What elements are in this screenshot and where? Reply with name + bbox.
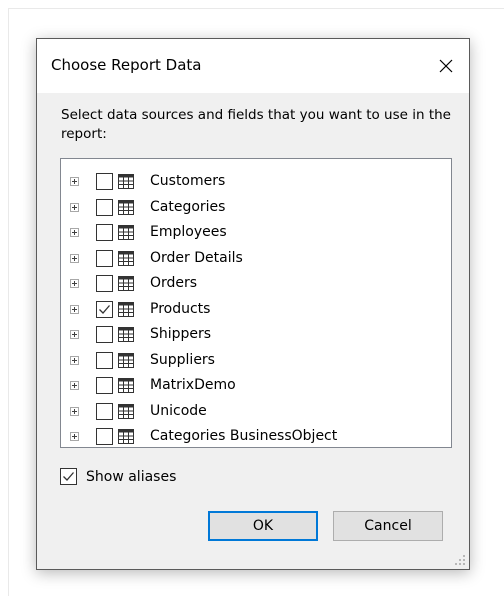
- tree-item[interactable]: Order Details: [61, 247, 449, 272]
- instructions-text: Select data sources and fields that you …: [61, 107, 451, 142]
- tree-item-label: Products: [150, 300, 211, 317]
- table-icon: [118, 378, 134, 393]
- tree-item[interactable]: Customers: [61, 170, 449, 195]
- tree-item-label: Order Details: [150, 249, 243, 266]
- table-icon: [118, 327, 134, 342]
- tree-item-checkbox[interactable]: [96, 428, 113, 445]
- tree-item-checkbox[interactable]: [96, 377, 113, 394]
- table-icon: [118, 174, 134, 189]
- tree-item-checkbox[interactable]: [96, 173, 113, 190]
- tree-item[interactable]: Products: [61, 298, 449, 323]
- dialog-titlebar: Choose Report Data: [37, 39, 469, 93]
- checkmark-icon: [99, 304, 110, 314]
- expand-plus-icon[interactable]: [70, 177, 79, 186]
- tree-item-label: Categories: [150, 198, 226, 215]
- tree-item-label: Customers: [150, 173, 226, 189]
- table-icon: [118, 276, 134, 291]
- tree-item-checkbox[interactable]: [96, 224, 113, 241]
- expand-plus-icon[interactable]: [70, 330, 79, 339]
- table-icon: [118, 301, 134, 317]
- expand-plus-icon[interactable]: [70, 279, 79, 288]
- expand-plus-icon[interactable]: [70, 253, 79, 263]
- tree-item-label: Suppliers: [150, 351, 215, 368]
- table-icon: [118, 429, 134, 444]
- resize-grip-icon[interactable]: [454, 554, 466, 566]
- tree-item-checkbox[interactable]: [96, 402, 113, 420]
- tree-item-checkbox[interactable]: [96, 326, 113, 343]
- tree-item-label: Unicode: [150, 402, 207, 419]
- cancel-button[interactable]: Cancel: [333, 511, 443, 541]
- close-button[interactable]: [423, 39, 469, 93]
- tree-item[interactable]: Categories: [61, 196, 449, 221]
- table-icon: [118, 250, 134, 266]
- expand-plus-icon[interactable]: [70, 355, 79, 365]
- tree-item[interactable]: Orders: [61, 272, 449, 297]
- tree-item-label: MatrixDemo: [150, 377, 236, 393]
- tree-item[interactable]: Shippers: [61, 323, 449, 348]
- tree-item-label: Orders: [150, 275, 198, 291]
- tree-item-checkbox[interactable]: [96, 351, 113, 369]
- table-icon: [118, 225, 134, 240]
- tree-item[interactable]: Unicode: [61, 400, 449, 425]
- show-aliases-check-box[interactable]: [60, 468, 77, 485]
- expand-plus-icon[interactable]: [70, 202, 79, 212]
- tree-item-checkbox[interactable]: [96, 300, 113, 318]
- show-aliases-label: Show aliases: [86, 469, 177, 485]
- tree-item-label: Categories BusinessObject: [150, 428, 338, 444]
- tree-item[interactable]: Suppliers: [61, 349, 449, 374]
- table-icon: [118, 403, 134, 419]
- expand-plus-icon[interactable]: [70, 406, 79, 416]
- expand-plus-icon[interactable]: [70, 432, 79, 441]
- checkmark-icon: [63, 472, 74, 481]
- tree-item[interactable]: Employees: [61, 221, 449, 246]
- expand-plus-icon[interactable]: [70, 381, 79, 390]
- tree-item[interactable]: MatrixDemo: [61, 374, 449, 399]
- data-sources-tree[interactable]: Customers Categories Employees Order Detail…: [60, 158, 452, 448]
- tree-item-label: Employees: [150, 224, 227, 240]
- tree-item-checkbox[interactable]: [96, 275, 113, 292]
- ok-button[interactable]: OK: [208, 511, 318, 541]
- choose-report-data-dialog: Choose Report Data Select data sources a…: [36, 38, 470, 570]
- tree-item[interactable]: Categories BusinessObject: [61, 425, 449, 450]
- tree-item-label: Shippers: [150, 326, 212, 342]
- close-icon: [439, 59, 453, 73]
- expand-plus-icon[interactable]: [70, 304, 79, 314]
- expand-plus-icon[interactable]: [70, 228, 79, 237]
- table-icon: [118, 352, 134, 368]
- dialog-title: Choose Report Data: [51, 56, 202, 74]
- tree-item-checkbox[interactable]: [96, 198, 113, 216]
- table-icon: [118, 199, 134, 215]
- tree-item-checkbox[interactable]: [96, 249, 113, 267]
